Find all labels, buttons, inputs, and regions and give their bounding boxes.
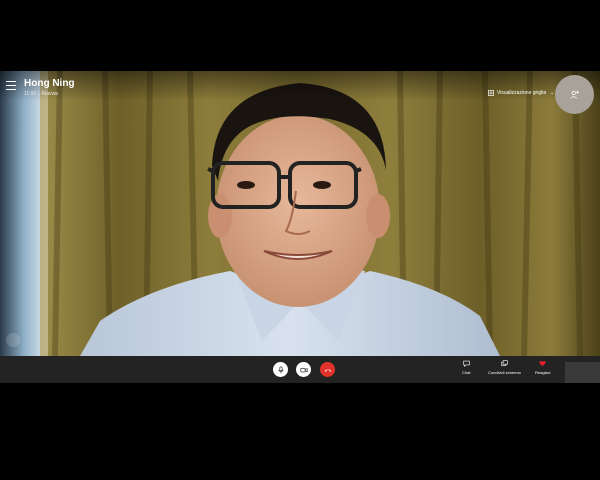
video-camera-icon	[299, 367, 308, 372]
call-time: 11:00	[24, 91, 37, 97]
call-control-bar: Chat Condividi schermo Reagisci	[0, 356, 600, 383]
heart-icon	[539, 361, 546, 367]
camera-button[interactable]	[296, 362, 311, 377]
hang-up-button[interactable]	[320, 362, 335, 377]
phone-hangup-icon	[324, 368, 331, 372]
call-header: Hong Ning 11:00 | Riavvia Visualizzazione …	[0, 71, 600, 114]
grid-icon	[488, 90, 494, 96]
chat-bubble-icon	[463, 360, 470, 367]
react-label: Reagisci	[535, 370, 551, 375]
share-screen-label: Condividi schermo	[488, 370, 521, 375]
chevron-down-icon: ⌄	[550, 90, 555, 96]
chat-button[interactable]: Chat	[462, 360, 470, 375]
share-screen-button[interactable]: Condividi schermo	[488, 360, 521, 375]
call-status: Riavvia	[41, 91, 58, 97]
add-person-icon	[570, 90, 579, 99]
letterbox-top	[0, 0, 600, 71]
caller-name: Hong Ning	[24, 78, 75, 89]
grid-view-button[interactable]: Visualizzazione griglia ⌄	[488, 90, 554, 96]
hamburger-icon[interactable]	[6, 81, 16, 90]
grid-view-label: Visualizzazione griglia	[497, 90, 547, 96]
microphone-icon	[277, 365, 284, 373]
call-meta-separator: |	[38, 91, 40, 97]
raise-hand-indicator	[6, 333, 20, 347]
call-meta: 11:00 | Riavvia	[24, 91, 58, 97]
self-video-preview[interactable]	[565, 362, 600, 383]
letterbox-bottom	[0, 383, 600, 480]
remote-video-feed	[0, 71, 600, 356]
share-screen-icon	[501, 360, 508, 366]
video-call-window: Hong Ning 11:00 | Riavvia Visualizzazione …	[0, 71, 600, 383]
add-participant-button[interactable]	[555, 75, 594, 114]
remote-video-image	[0, 71, 600, 356]
react-button[interactable]: Reagisci	[535, 360, 550, 375]
chat-label: Chat	[462, 370, 471, 375]
mute-button[interactable]	[273, 362, 288, 377]
